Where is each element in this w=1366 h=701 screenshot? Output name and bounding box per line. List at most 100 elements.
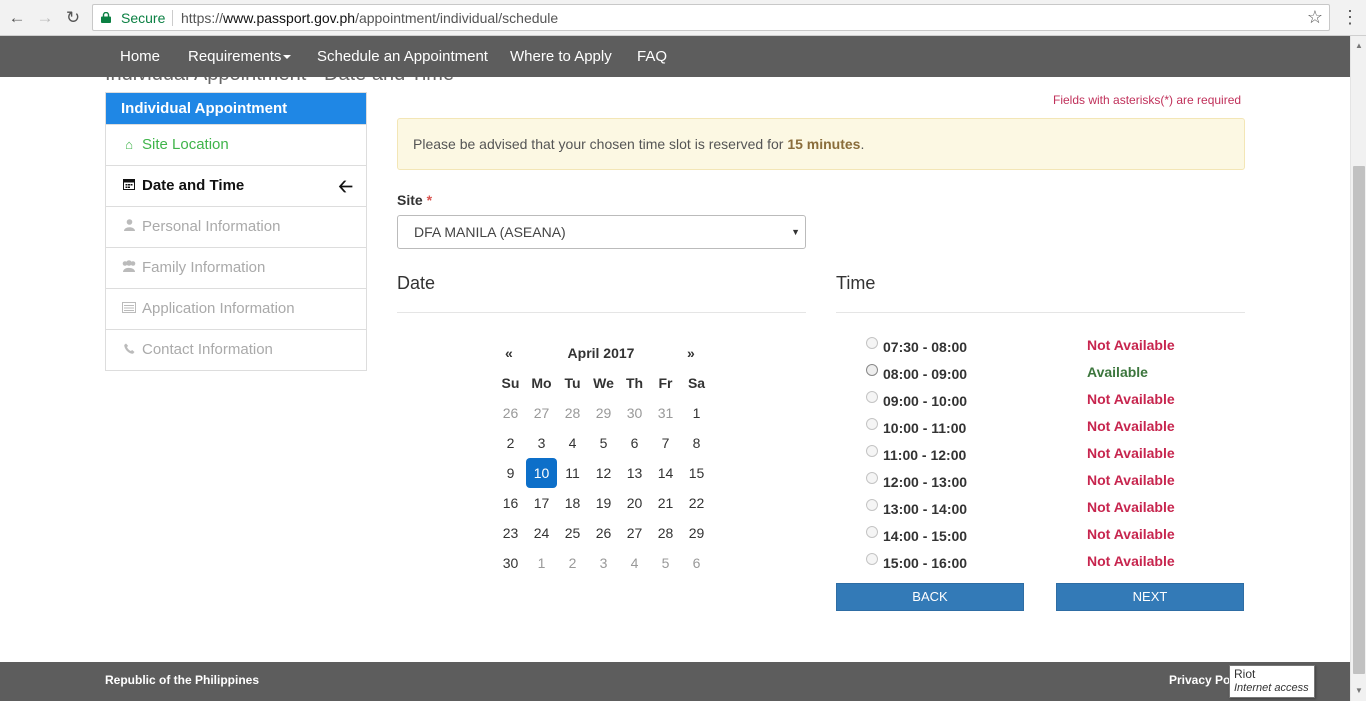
scroll-up-icon[interactable]: ▲	[1351, 38, 1366, 54]
time-slot-row[interactable]: 07:30 - 08:00 Not Available	[865, 336, 1205, 358]
sidebar-item-personal-information[interactable]: Personal Information	[106, 206, 366, 247]
sidebar-item-contact-information[interactable]: Contact Information	[106, 329, 366, 370]
calendar-day[interactable]: 26	[495, 398, 526, 428]
nav-requirements[interactable]: Requirements	[188, 48, 292, 65]
calendar-day[interactable]: 28	[650, 518, 681, 548]
calendar-next-button[interactable]: »	[687, 345, 695, 361]
calendar-day[interactable]: 4	[557, 428, 588, 458]
calendar-day[interactable]: 13	[619, 458, 650, 488]
calendar-month-title[interactable]: April 2017	[540, 345, 662, 361]
calendar-prev-button[interactable]: «	[505, 345, 513, 361]
sidebar-item-date-and-time[interactable]: Date and Time 🡠	[106, 165, 366, 206]
calendar-day[interactable]: 22	[681, 488, 712, 518]
calendar-day[interactable]: 25	[557, 518, 588, 548]
nav-schedule[interactable]: Schedule an Appointment	[317, 48, 488, 65]
calendar-day[interactable]: 30	[619, 398, 650, 428]
calendar-day[interactable]: 5	[650, 548, 681, 578]
time-slot-radio[interactable]	[866, 499, 878, 511]
reload-icon[interactable]: ↻	[62, 7, 84, 29]
list-icon	[121, 289, 137, 329]
calendar-day[interactable]: 29	[681, 518, 712, 548]
time-slot-radio[interactable]	[866, 364, 878, 376]
time-slot-row[interactable]: 11:00 - 12:00 Not Available	[865, 444, 1205, 466]
time-slot-radio[interactable]	[866, 526, 878, 538]
calendar-day[interactable]: 21	[650, 488, 681, 518]
calendar-day[interactable]: 3	[526, 428, 557, 458]
calendar-day[interactable]: 14	[650, 458, 681, 488]
site-select-value: DFA MANILA (ASEANA)	[414, 224, 566, 240]
time-slot-range: 15:00 - 16:00	[883, 555, 968, 571]
nav-faq[interactable]: FAQ	[637, 48, 667, 65]
calendar-day-selected[interactable]: 10	[526, 458, 557, 488]
calendar-day[interactable]: 8	[681, 428, 712, 458]
time-slot-row[interactable]: 08:00 - 09:00 Available	[865, 363, 1205, 385]
sidebar-item-label: Family Information	[142, 259, 266, 276]
calendar-day[interactable]: 6	[619, 428, 650, 458]
calendar-week: 2 3 4 5 6 7 8	[495, 428, 712, 458]
calendar-day[interactable]: 16	[495, 488, 526, 518]
calendar-day[interactable]: 30	[495, 548, 526, 578]
footer-privacy-link[interactable]: Privacy Pol	[1169, 673, 1234, 687]
time-slot-radio[interactable]	[866, 391, 878, 403]
time-slot-radio[interactable]	[866, 472, 878, 484]
sidebar-item-site-location[interactable]: ⌂ Site Location	[106, 124, 366, 165]
calendar-day[interactable]: 20	[619, 488, 650, 518]
calendar-day[interactable]: 7	[650, 428, 681, 458]
calendar-day[interactable]: 15	[681, 458, 712, 488]
calendar-day[interactable]: 3	[588, 548, 619, 578]
forward-arrow-icon[interactable]: →	[34, 7, 56, 29]
calendar-day[interactable]: 27	[526, 398, 557, 428]
time-slot-row[interactable]: 14:00 - 15:00 Not Available	[865, 525, 1205, 547]
next-button[interactable]: NEXT	[1056, 583, 1244, 611]
calendar-day[interactable]: 28	[557, 398, 588, 428]
calendar-day[interactable]: 1	[526, 548, 557, 578]
nav-home[interactable]: Home	[120, 48, 160, 65]
sidebar-item-family-information[interactable]: Family Information	[106, 247, 366, 288]
site-select[interactable]: DFA MANILA (ASEANA) ▼	[397, 215, 806, 249]
time-slot-row[interactable]: 12:00 - 13:00 Not Available	[865, 471, 1205, 493]
time-slot-row[interactable]: 13:00 - 14:00 Not Available	[865, 498, 1205, 520]
calendar-day[interactable]: 23	[495, 518, 526, 548]
time-slot-radio[interactable]	[866, 418, 878, 430]
calendar-day[interactable]: 11	[557, 458, 588, 488]
address-bar[interactable]: Secure https://www.passport.gov.ph/appoi…	[92, 4, 1330, 31]
calendar-day[interactable]: 26	[588, 518, 619, 548]
time-slot-radio[interactable]	[866, 337, 878, 349]
calendar-day[interactable]: 2	[495, 428, 526, 458]
time-slot-radio[interactable]	[866, 445, 878, 457]
bookmark-star-icon[interactable]: ☆	[1307, 7, 1323, 28]
calendar-day[interactable]: 24	[526, 518, 557, 548]
time-slot-row[interactable]: 10:00 - 11:00 Not Available	[865, 417, 1205, 439]
calendar-day[interactable]: 2	[557, 548, 588, 578]
scrollbar-thumb[interactable]	[1353, 166, 1365, 674]
back-button[interactable]: BACK	[836, 583, 1024, 611]
time-slot-row[interactable]: 09:00 - 10:00 Not Available	[865, 390, 1205, 412]
calendar-day[interactable]: 12	[588, 458, 619, 488]
page-scrollbar[interactable]: ▲ ▼	[1350, 36, 1366, 701]
time-slot-row[interactable]: 15:00 - 16:00 Not Available	[865, 552, 1205, 574]
tooltip-title: Riot	[1234, 667, 1256, 681]
calendar-day[interactable]: 19	[588, 488, 619, 518]
secure-label: Secure	[121, 10, 166, 26]
calendar-day[interactable]: 5	[588, 428, 619, 458]
url-host: www.passport.gov.ph	[223, 10, 356, 26]
calendar-day[interactable]: 1	[681, 398, 712, 428]
url-text[interactable]: https://www.passport.gov.ph/appointment/…	[181, 10, 558, 26]
site-label: Site *	[397, 192, 432, 208]
weekday-label: Tu	[564, 375, 581, 391]
calendar-day[interactable]: 6	[681, 548, 712, 578]
calendar-day[interactable]: 27	[619, 518, 650, 548]
calendar-day[interactable]: 31	[650, 398, 681, 428]
time-slot-radio[interactable]	[866, 553, 878, 565]
browser-menu-icon[interactable]: ⋮	[1340, 6, 1360, 28]
calendar-day[interactable]: 9	[495, 458, 526, 488]
sidebar-item-application-information[interactable]: Application Information	[106, 288, 366, 329]
nav-where-to-apply[interactable]: Where to Apply	[510, 48, 612, 65]
calendar-day[interactable]: 18	[557, 488, 588, 518]
back-arrow-icon[interactable]: ←	[6, 7, 28, 29]
calendar-day[interactable]: 17	[526, 488, 557, 518]
calendar-day[interactable]: 4	[619, 548, 650, 578]
sidebar-item-label: Date and Time	[142, 177, 245, 194]
calendar-day[interactable]: 29	[588, 398, 619, 428]
scroll-down-icon[interactable]: ▼	[1351, 683, 1366, 699]
